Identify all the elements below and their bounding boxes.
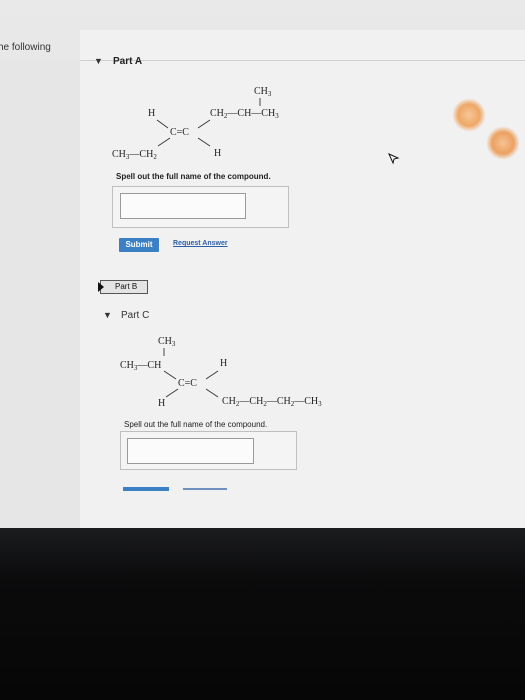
part-a-bond-ethyl (157, 137, 171, 147)
panel-divider (80, 60, 525, 61)
part-c-bond-h-bottom (165, 388, 179, 398)
part-a-prompt: Spell out the full name of the compound. (116, 172, 271, 181)
part-c-answer-input[interactable] (127, 438, 254, 464)
part-a-ch3-ch2: CH3—CH2 (112, 149, 157, 161)
part-a-ch3-top: CH3 (254, 86, 272, 98)
part-c-chain: CH2—CH2—CH2—CH3 (222, 396, 322, 408)
part-a-answer-input[interactable] (120, 193, 246, 219)
left-page-strip (0, 60, 80, 528)
light-reflection (486, 126, 520, 160)
part-a-title[interactable]: Part A (113, 56, 142, 67)
part-a-c-double: C=C (170, 127, 189, 138)
part-a-bond-h-right (197, 137, 211, 147)
part-c-submit-button-partial[interactable] (123, 487, 169, 491)
part-c-title[interactable]: Part C (121, 310, 149, 321)
part-a-ch2-ch-ch3: CH2—CH—CH3 (210, 108, 279, 120)
part-a-request-answer-link[interactable]: Request Answer (173, 240, 228, 247)
monitor-bezel (0, 528, 525, 700)
part-a-h-left: H (148, 108, 155, 119)
part-c-h-right: H (220, 358, 227, 369)
part-a-submit-button[interactable]: Submit (119, 238, 159, 252)
part-a-bond-h (156, 119, 169, 129)
part-c-prompt: Spell out the full name of the compound. (124, 420, 268, 429)
part-b-caret-right-icon (98, 282, 104, 292)
part-a-structure-diagram: CH3 CH2—CH—CH3 H C=C CH3—CH2 H (112, 86, 279, 161)
part-b-header[interactable]: Part B (98, 280, 148, 294)
part-a-caret-down-icon[interactable]: ▼ (94, 56, 103, 66)
intro-text: he following (0, 42, 51, 53)
light-reflection (452, 98, 486, 132)
part-a-h-right: H (214, 148, 221, 159)
part-c-request-answer-link-partial[interactable] (183, 488, 227, 490)
part-a-bond-ch2 (197, 119, 211, 129)
part-c-bond-left (163, 370, 177, 380)
part-c-structure-diagram: CH3 CH3—CH H C=C H CH2—CH2—CH2—CH3 (120, 336, 322, 409)
part-c-c-double: C=C (178, 378, 197, 389)
part-c-bond-h (205, 370, 219, 380)
part-c-h-bottom: H (158, 398, 165, 409)
part-b-title: Part B (115, 282, 138, 291)
part-c-ch3-ch: CH3—CH (120, 360, 161, 372)
part-c-caret-down-icon[interactable]: ▼ (103, 310, 112, 320)
part-c-bond-chain (205, 388, 219, 398)
mouse-cursor-icon (388, 153, 400, 165)
part-c-ch3-top: CH3 (158, 336, 176, 348)
monitor-screen: he following ▼ Part A CH3 CH2—CH—CH3 H C… (0, 0, 525, 528)
